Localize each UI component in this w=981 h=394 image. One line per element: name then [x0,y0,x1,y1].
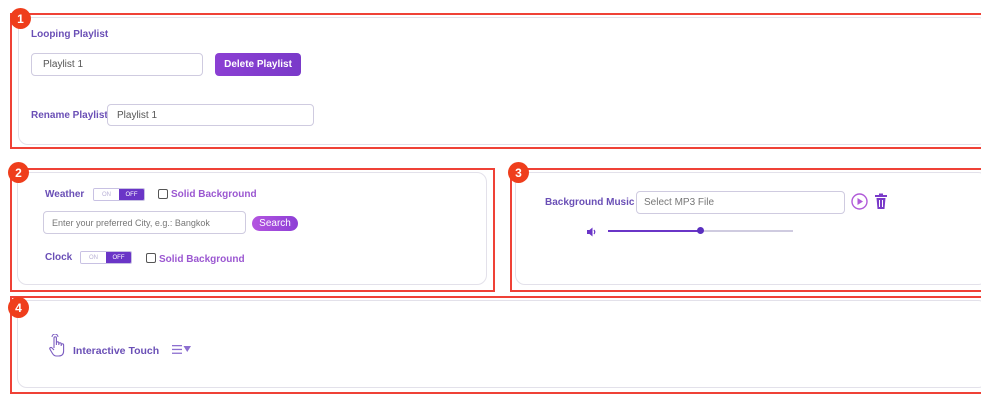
section-4-badge: 4 [8,297,29,318]
volume-icon [586,226,598,238]
background-music-label: Background Music [545,197,635,208]
playlist-select[interactable]: Playlist 1 [31,53,203,76]
rename-playlist-input[interactable]: Playlist 1 [107,104,314,126]
weather-toggle-on: ON [94,189,119,200]
clock-label: Clock [45,252,73,263]
rename-playlist-label: Rename Playlist [31,110,108,121]
hand-touch-icon [46,334,68,358]
section-2-badge: 2 [8,162,29,183]
city-input[interactable]: Enter your preferred City, e.g.: Bangkok [43,211,246,234]
section-3-badge: 3 [508,162,529,183]
clock-solid-background-label: Solid Background [159,254,245,265]
weather-solid-background-checkbox[interactable] [158,189,168,199]
weather-label: Weather [45,189,85,200]
weather-toggle-off: OFF [119,189,144,200]
volume-slider-knob[interactable] [697,227,704,234]
section-1-badge: 1 [10,8,31,29]
weather-toggle[interactable]: ON OFF [93,188,145,201]
volume-slider-fill [608,230,700,232]
search-button[interactable]: Search [252,216,298,231]
trash-icon[interactable] [874,193,888,210]
clock-solid-background-checkbox[interactable] [146,253,156,263]
clock-toggle-on: ON [81,252,106,263]
delete-playlist-button[interactable]: Delete Playlist [215,53,301,76]
play-icon[interactable] [851,193,868,210]
background-music-card [515,172,981,285]
looping-playlist-title: Looping Playlist [31,29,109,40]
weather-solid-background-label: Solid Background [171,189,257,200]
interactive-touch-label: Interactive Touch [73,345,160,357]
mp3-file-input[interactable]: Select MP3 File [636,191,845,214]
clock-toggle[interactable]: ON OFF [80,251,132,264]
filter-menu-icon[interactable] [172,344,192,355]
clock-toggle-off: OFF [106,252,131,263]
interactive-touch-card [17,300,981,388]
